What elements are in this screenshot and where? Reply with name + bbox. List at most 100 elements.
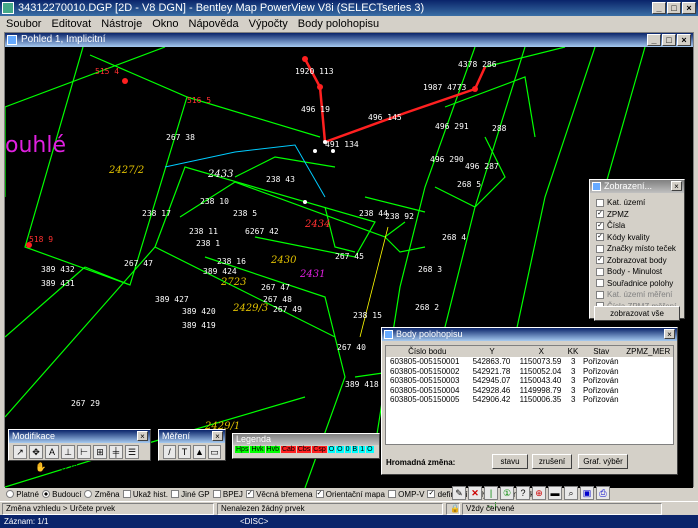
measure-icon[interactable]: |↔|	[484, 486, 498, 510]
help-icon[interactable]: ?	[516, 486, 530, 500]
measure-distance-icon[interactable]: /	[163, 445, 176, 459]
table-row[interactable]: 603805-005150004 542928.46 1149998.79 3 Poři…	[386, 386, 673, 396]
checkbox[interactable]	[212, 490, 221, 499]
view-rotate-icon[interactable]: ◔▾	[22, 462, 32, 476]
zobrazeni-option[interactable]: ✓ ZPMZ	[596, 209, 684, 221]
text-tool-icon[interactable]: A	[45, 445, 59, 459]
menu-item-6[interactable]: Body polohopisu	[298, 16, 379, 32]
show-all-button[interactable]: zobrazovat vše	[594, 306, 680, 321]
radio[interactable]	[41, 490, 50, 499]
stav-button[interactable]: stavu	[492, 454, 528, 469]
body-polohopisu-close-button[interactable]: ×	[664, 329, 675, 339]
column-header[interactable]: Stav	[578, 346, 624, 357]
menu-item-0[interactable]: Soubor	[6, 16, 41, 32]
maximize-button[interactable]: □	[667, 2, 681, 14]
checkbox[interactable]	[122, 490, 131, 499]
radio-option[interactable]: Platné	[6, 490, 39, 499]
zobrazeni-option[interactable]: Souřadnice polohy	[596, 278, 684, 290]
checkbox[interactable]	[596, 244, 604, 253]
align-tool-icon[interactable]: ⊥	[61, 445, 75, 459]
legend-item[interactable]: Cab	[280, 446, 296, 453]
extend-tool-icon[interactable]: ⊢	[77, 445, 91, 459]
legend-item[interactable]: Cbs	[296, 446, 312, 453]
menu-item-4[interactable]: Nápověda	[189, 16, 239, 32]
view-minimize-button[interactable]: _	[647, 34, 661, 46]
legend-item[interactable]: O	[366, 446, 374, 453]
grid-tool-icon[interactable]: ⊞	[93, 445, 107, 459]
column-header[interactable]: KK	[566, 346, 579, 357]
column-header[interactable]: Y	[468, 346, 516, 357]
legend-item[interactable]: O	[327, 446, 336, 453]
measure-area-icon[interactable]: ▭	[208, 445, 221, 459]
radio[interactable]	[6, 490, 14, 499]
checkbox-option[interactable]: BPEJ	[212, 490, 243, 499]
legend-item[interactable]: B	[351, 446, 359, 453]
checkbox[interactable]	[596, 279, 604, 288]
radio-option[interactable]: Budoucí	[41, 490, 81, 499]
layers-icon[interactable]: ▬	[548, 486, 562, 500]
next-view-icon[interactable]: ↷	[103, 462, 111, 476]
menu-item-1[interactable]: Editovat	[51, 16, 91, 32]
zobrazeni-close-button[interactable]: ×	[671, 181, 682, 191]
zoom-in-icon[interactable]: ⊕	[49, 462, 57, 476]
checkbox[interactable]: ✓	[596, 210, 604, 219]
move-tool-icon[interactable]: ✥	[29, 445, 43, 459]
checkbox[interactable]: ✓	[315, 490, 324, 499]
minimize-button[interactable]: _	[652, 2, 666, 14]
checkbox[interactable]	[387, 490, 396, 499]
checkbox[interactable]	[596, 198, 604, 207]
search-icon[interactable]: ⌕	[564, 486, 578, 500]
checkbox[interactable]: ✓	[245, 490, 254, 499]
zoom-out-icon[interactable]: ⊖	[60, 462, 68, 476]
table-tool-icon[interactable]: ☰	[125, 445, 139, 459]
zobrazeni-option[interactable]: Kat. území	[596, 197, 684, 209]
checkbox[interactable]: ✓	[596, 256, 604, 265]
legend-item[interactable]: Hvb	[265, 446, 280, 453]
modify-tool-icon[interactable]: ↗	[13, 445, 27, 459]
zobrazeni-option[interactable]: Body - Minulost	[596, 266, 684, 278]
checkbox-option[interactable]: Ukaž hist.	[122, 490, 168, 499]
zruseni-button[interactable]: zrušení	[532, 454, 572, 469]
split-tool-icon[interactable]: ╪	[109, 445, 123, 459]
table-row[interactable]: 603805-005150005 542906.42 1150006.35 3 Poři…	[386, 395, 673, 405]
print-icon[interactable]: ⎙	[596, 486, 610, 500]
table-row[interactable]: 603805-005150002 542921.78 1150052.04 3 Poři…	[386, 367, 673, 377]
menu-item-5[interactable]: Výpočty	[249, 16, 288, 32]
zobrazeni-option[interactable]: ✓ Čísla	[596, 220, 684, 232]
legend-item[interactable]: Csp	[312, 446, 327, 453]
checkbox[interactable]: ✓	[596, 221, 604, 230]
legend-item[interactable]: Hps	[235, 446, 250, 453]
legend-item[interactable]: Hvk	[250, 446, 265, 453]
previous-view-icon[interactable]: ↶	[92, 462, 100, 476]
table-row[interactable]: 603805-005150001 542863.70 1150073.59 3 Poři…	[386, 357, 673, 367]
checkbox-option[interactable]: OMP-V	[387, 490, 424, 499]
checkbox[interactable]: ✓	[596, 233, 604, 242]
zobrazeni-option[interactable]: ✓ Zobrazovat body	[596, 255, 684, 267]
measure-color-icon[interactable]: ▲	[193, 445, 206, 459]
column-header[interactable]: ZPMZ_MER	[623, 346, 673, 357]
checkbox-option[interactable]: ✓ Věcná břemena	[245, 490, 313, 499]
column-header[interactable]: X	[515, 346, 567, 357]
mereni-close-button[interactable]: ×	[212, 431, 223, 441]
column-header[interactable]: Číslo bodu	[386, 346, 469, 357]
delete-icon[interactable]: ✕	[468, 486, 482, 500]
legend-item[interactable]: O	[336, 446, 344, 453]
graf-vyber-button[interactable]: Graf. výběr	[578, 454, 628, 469]
zobrazeni-option[interactable]: ✓ Kódy kvality	[596, 232, 684, 244]
info-icon[interactable]: ①	[500, 486, 514, 500]
checkbox[interactable]	[170, 490, 179, 499]
target-icon[interactable]: ⊕	[532, 486, 546, 500]
view-close-button[interactable]: ×	[677, 34, 691, 46]
view-pan-icon[interactable]: ✋	[35, 462, 46, 476]
table-row[interactable]: 603805-005150003 542945.07 1150043.40 3 Poři…	[386, 376, 673, 386]
menu-item-3[interactable]: Okno	[152, 16, 178, 32]
close-button[interactable]: ×	[682, 2, 696, 14]
view-maximize-button[interactable]: □	[662, 34, 676, 46]
legend-item[interactable]: 0	[344, 446, 351, 453]
modifikace-close-button[interactable]: ×	[137, 431, 148, 441]
save-icon[interactable]: ▣	[580, 486, 594, 500]
checkbox[interactable]	[596, 267, 604, 276]
fit-view-icon[interactable]: ⊞	[70, 462, 78, 476]
measure-text-icon[interactable]: T	[178, 445, 191, 459]
checkbox-option[interactable]: Jiné GP	[170, 490, 210, 499]
